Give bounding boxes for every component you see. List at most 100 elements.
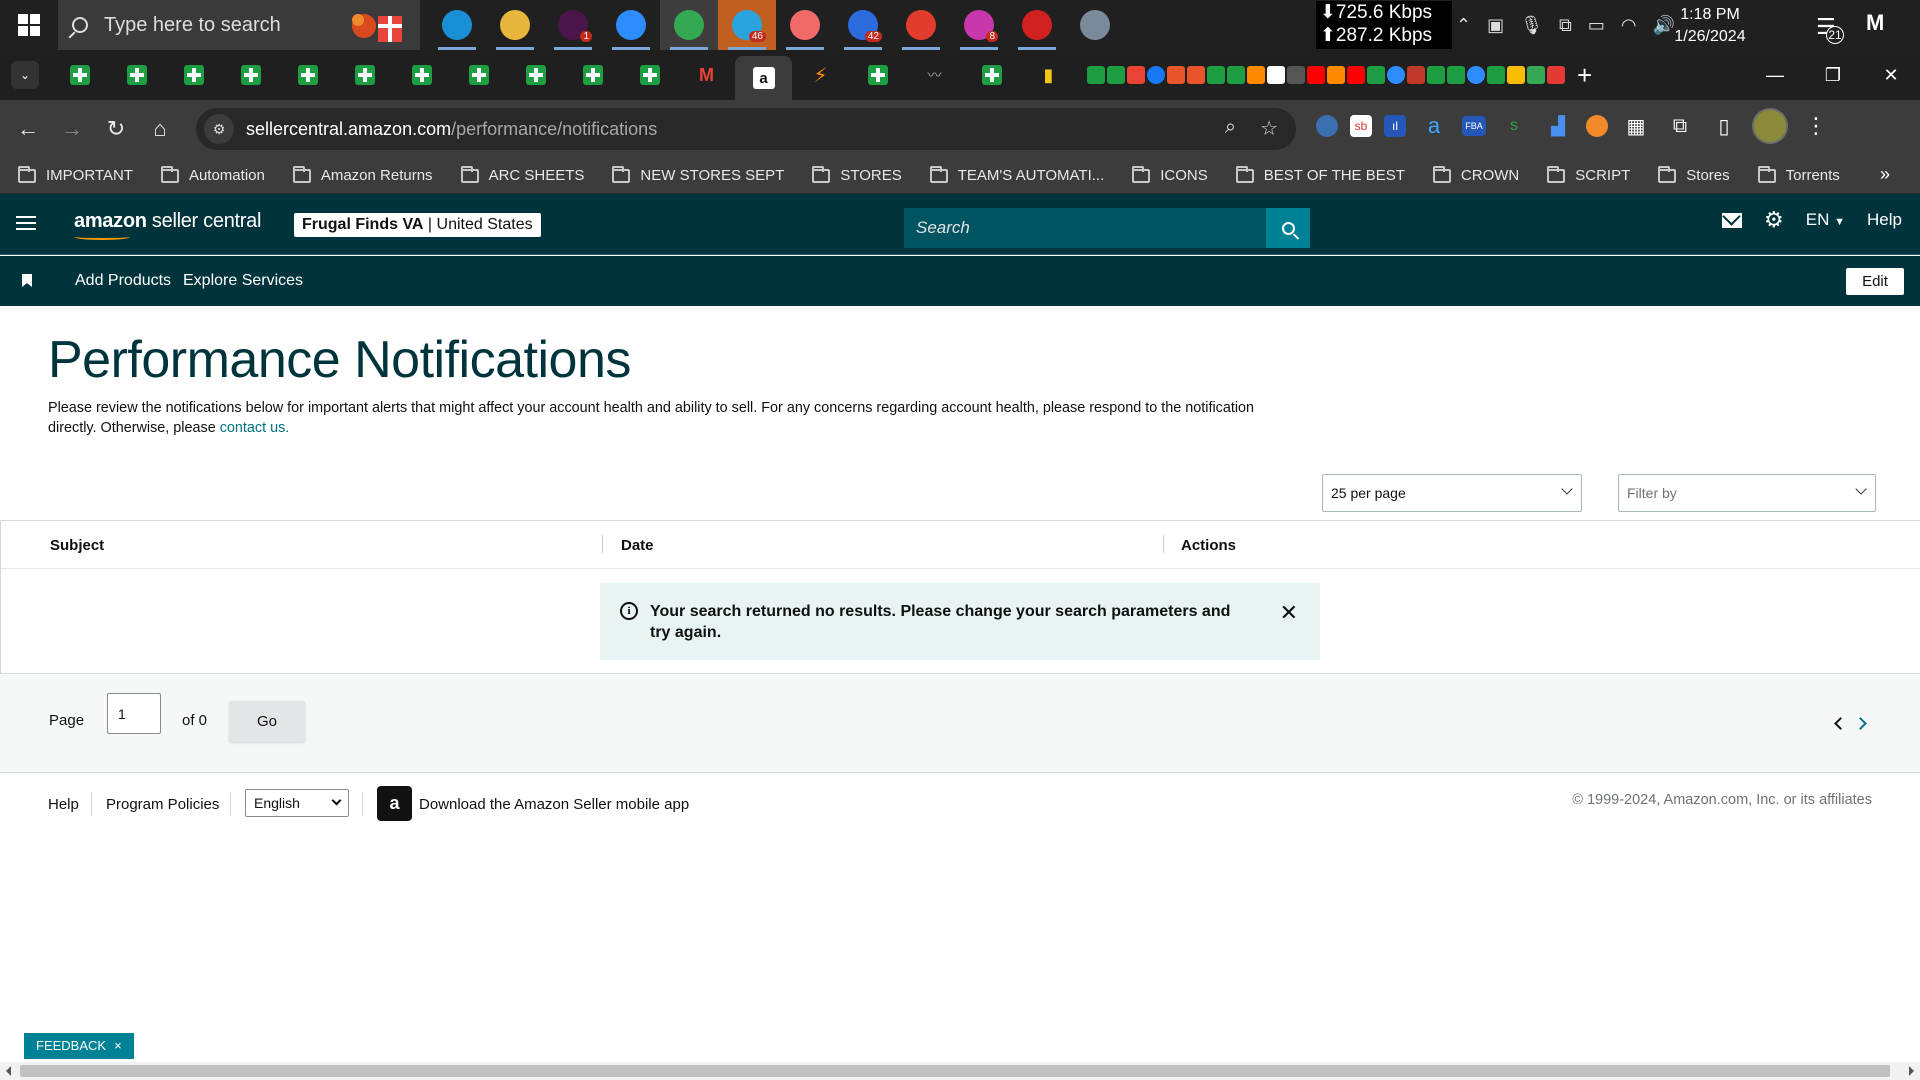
more-menu-icon[interactable]: ⋮ [1800, 110, 1832, 142]
add-products-link[interactable]: Add Products [75, 272, 171, 290]
extension-icon[interactable] [1316, 115, 1338, 137]
extension-icon[interactable] [1586, 115, 1608, 137]
bookmark-folder[interactable]: STORES [812, 165, 902, 184]
pen-icon[interactable] [1407, 66, 1425, 84]
google-sheets-icon[interactable] [1427, 66, 1445, 84]
tab-keepa[interactable]: ▮ [1020, 55, 1077, 95]
tab-search-button[interactable]: ⌄ [11, 61, 39, 89]
taskbar-app[interactable] [428, 0, 486, 50]
help-link[interactable]: Help [1867, 210, 1902, 230]
google-drive-icon[interactable] [1507, 66, 1525, 84]
extension-icon[interactable]: ▟ [1542, 110, 1574, 142]
google-sheets-icon[interactable] [1367, 66, 1385, 84]
avatar[interactable] [1752, 108, 1788, 144]
google-sheets-icon[interactable] [1227, 66, 1245, 84]
google-sheets-icon[interactable] [1447, 66, 1465, 84]
extension-icon[interactable]: sb [1350, 115, 1372, 137]
notification-center-icon[interactable]: ☰ 21 [1816, 14, 1844, 44]
taskbar-app[interactable] [1066, 0, 1124, 50]
tab-sheets[interactable] [279, 55, 336, 95]
per-page-select[interactable]: 25 per page [1322, 474, 1582, 512]
tab-sheets[interactable] [393, 55, 450, 95]
google-drive-icon[interactable] [1527, 66, 1545, 84]
taskbar-app[interactable]: 46 [718, 0, 776, 50]
puzzle-icon[interactable]: ⧉ [1664, 110, 1696, 142]
taskbar-clock[interactable]: 1:18 PM 1/26/2024 [1660, 4, 1760, 48]
site-info-icon[interactable]: ⚙ [204, 114, 234, 144]
qr-code-icon[interactable]: ▦ [1620, 110, 1652, 142]
feedback-close-icon[interactable]: × [114, 1038, 122, 1054]
amazon-extension-icon[interactable]: a [1418, 110, 1450, 142]
feedback-button[interactable]: FEEDBACK × [24, 1033, 134, 1059]
zoom-icon[interactable] [1467, 66, 1485, 84]
bookmark-folder[interactable]: ARC SHEETS [460, 165, 584, 184]
chevron-right-icon[interactable] [1854, 717, 1867, 730]
download-app-link[interactable]: Download the Amazon Seller mobile app [419, 796, 689, 813]
microphone-icon[interactable]: 🎙 [1520, 15, 1543, 36]
shopping-bag-icon[interactable] [1167, 66, 1185, 84]
horizontal-scrollbar[interactable] [0, 1062, 1920, 1080]
taskbar-app[interactable] [1008, 0, 1066, 50]
minimize-icon[interactable]: — [1746, 50, 1804, 100]
bookmark-star-icon[interactable]: ☆ [1260, 116, 1278, 141]
contact-us-link[interactable]: contact us. [220, 420, 290, 436]
corner-app-icon[interactable]: M [1866, 10, 1884, 36]
analytics-icon[interactable] [1287, 66, 1305, 84]
tab-analytics[interactable]: 〰 [906, 55, 963, 95]
zapier-icon[interactable] [1247, 66, 1265, 84]
bookmark-folder[interactable]: Amazon Returns [292, 165, 433, 184]
program-policies-link[interactable]: Program Policies [106, 796, 219, 813]
footer-help-link[interactable]: Help [48, 796, 79, 813]
home-icon[interactable]: ⌂ [138, 107, 182, 151]
facebook-icon[interactable] [1147, 66, 1165, 84]
tab-sheets[interactable] [336, 55, 393, 95]
taskbar-app[interactable] [602, 0, 660, 50]
tab-sheets[interactable] [165, 55, 222, 95]
bookmark-folder[interactable]: IMPORTANT [18, 165, 133, 184]
tab-zapier[interactable]: ⚡ [792, 55, 849, 95]
column-date[interactable]: Date [621, 537, 654, 554]
close-icon[interactable]: ✕ [1280, 602, 1298, 624]
store-switcher[interactable]: Frugal Finds VA | United States [294, 213, 541, 237]
tab-sheets[interactable] [849, 55, 906, 95]
language-selector[interactable]: EN ▼ [1806, 210, 1845, 230]
tab-sheets[interactable] [564, 55, 621, 95]
go-button[interactable]: Go [229, 701, 305, 742]
google-sheets-icon[interactable] [1487, 66, 1505, 84]
zapier-icon[interactable] [1327, 66, 1345, 84]
bookmark-folder[interactable]: CROWN [1432, 165, 1519, 184]
taskbar-app[interactable]: 1 [544, 0, 602, 50]
hamburger-menu-icon[interactable] [16, 216, 36, 234]
reload-icon[interactable]: ↻ [94, 107, 138, 151]
google-sheets-icon[interactable] [1207, 66, 1225, 84]
search-input[interactable] [904, 208, 1266, 248]
tab-sheets[interactable] [963, 55, 1020, 95]
footer-language-select[interactable]: English [245, 789, 349, 817]
extension-icon[interactable]: s [1498, 110, 1530, 142]
bookmark-icon[interactable] [22, 274, 32, 287]
edit-button[interactable]: Edit [1846, 268, 1904, 295]
google-sheets-icon[interactable] [1087, 66, 1105, 84]
taskbar-app[interactable]: 8 [950, 0, 1008, 50]
tab-amazon-active[interactable]: a [735, 56, 792, 100]
taskbar-app[interactable] [660, 0, 718, 50]
youtube-icon[interactable] [1307, 66, 1325, 84]
tab-sheets[interactable] [507, 55, 564, 95]
mail-icon[interactable] [1722, 212, 1742, 228]
gmail-icon[interactable] [1127, 66, 1145, 84]
tab-sheets[interactable] [621, 55, 678, 95]
tab-sheets[interactable] [51, 55, 108, 95]
seller-central-logo[interactable]: amazon seller central [74, 210, 261, 240]
amazon-icon[interactable] [1267, 66, 1285, 84]
taskbar-app[interactable] [486, 0, 544, 50]
new-tab-button[interactable]: + [1577, 60, 1592, 91]
bookmark-folder[interactable]: NEW STORES SEPT [612, 165, 784, 184]
tab-gmail[interactable]: M [678, 55, 735, 95]
wifi-icon[interactable]: ◠ [1621, 15, 1637, 36]
bookmark-folder[interactable]: Stores [1658, 165, 1730, 184]
tab-sheets[interactable] [222, 55, 279, 95]
forward-arrow-icon[interactable]: → [50, 107, 94, 151]
filter-select[interactable]: Filter by [1618, 474, 1876, 512]
zoom-icon[interactable]: ⌕ [1225, 116, 1236, 141]
close-window-icon[interactable]: ✕ [1862, 50, 1920, 100]
